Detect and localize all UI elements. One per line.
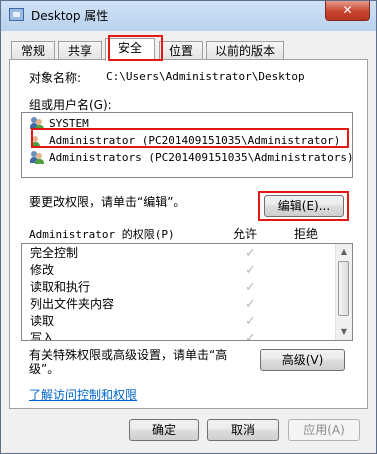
permission-name: 读取 bbox=[30, 314, 55, 328]
list-item-administrators[interactable]: Administrators (PC201409151035\Administr… bbox=[24, 149, 354, 166]
allow-check-icon: ✓ bbox=[245, 331, 256, 341]
scroll-up-icon[interactable]: ▲ bbox=[336, 244, 352, 260]
permission-name: 列出文件夹内容 bbox=[30, 297, 115, 311]
allow-check-icon: ✓ bbox=[245, 246, 256, 261]
list-item-label: Administrators (PC201409151035\Administr… bbox=[49, 151, 354, 164]
tab-previous-versions[interactable]: 以前的版本 bbox=[206, 41, 284, 60]
window-title: Desktop 属性 bbox=[31, 9, 109, 23]
advanced-button[interactable]: 高级(V) bbox=[260, 349, 345, 371]
ok-button[interactable]: 确定 bbox=[129, 419, 199, 441]
permissions-list: 完全控制 ✓ 修改 ✓ 读取和执行 ✓ 列出文件夹内容 ✓ 读取 ✓ 写入 ✓ … bbox=[21, 243, 353, 341]
object-name-label: 对象名称: bbox=[29, 71, 82, 85]
allow-header: 允许 bbox=[233, 227, 258, 241]
scroll-thumb[interactable] bbox=[338, 261, 349, 316]
folder-icon bbox=[9, 8, 24, 21]
allow-check-icon: ✓ bbox=[245, 280, 256, 295]
administrator-row-highlight bbox=[31, 128, 349, 148]
properties-window: Desktop 属性 ✕ 常规 共享 安全 位置 以前的版本 对象名称: C:\… bbox=[0, 0, 377, 454]
groups-label: 组或用户名(G): bbox=[29, 98, 112, 112]
permission-row: 写入 ✓ bbox=[30, 330, 330, 341]
object-name-value: C:\Users\Administrator\Desktop bbox=[106, 70, 305, 83]
tab-location[interactable]: 位置 bbox=[159, 41, 203, 60]
allow-check-icon: ✓ bbox=[245, 314, 256, 329]
apply-button[interactable]: 应用(A) bbox=[288, 419, 360, 441]
users-icon bbox=[30, 151, 44, 164]
permissions-scrollbar[interactable]: ▲ ▼ bbox=[335, 244, 352, 340]
title-bar: Desktop 属性 ✕ bbox=[1, 1, 376, 29]
tab-sharing[interactable]: 共享 bbox=[58, 41, 102, 60]
allow-check-icon: ✓ bbox=[245, 263, 256, 278]
deny-header: 拒绝 bbox=[294, 227, 319, 241]
tab-general[interactable]: 常规 bbox=[11, 41, 55, 60]
permission-row: 修改 ✓ bbox=[30, 262, 330, 279]
permission-row: 读取和执行 ✓ bbox=[30, 279, 330, 296]
allow-check-icon: ✓ bbox=[245, 297, 256, 312]
close-button[interactable]: ✕ bbox=[325, 1, 370, 21]
advanced-hint: 有关特殊权限或高级设置，请单击“高级”。 bbox=[29, 348, 228, 376]
change-permissions-hint: 要更改权限，请单击“编辑”。 bbox=[29, 195, 186, 209]
permission-name: 完全控制 bbox=[30, 246, 79, 260]
learn-access-control-link[interactable]: 了解访问控制和权限 bbox=[29, 386, 137, 403]
permission-row: 完全控制 ✓ bbox=[30, 245, 330, 262]
cancel-button[interactable]: 取消 bbox=[207, 419, 279, 441]
scroll-down-icon[interactable]: ▼ bbox=[336, 324, 352, 340]
permission-name: 写入 bbox=[30, 331, 55, 341]
permission-name: 修改 bbox=[30, 263, 55, 277]
edit-button-highlight bbox=[258, 191, 349, 221]
permission-row: 列出文件夹内容 ✓ bbox=[30, 296, 330, 313]
permission-row: 读取 ✓ bbox=[30, 313, 330, 330]
permissions-title: Administrator 的权限(P) bbox=[29, 228, 175, 241]
security-tab-highlight bbox=[108, 35, 163, 61]
permission-name: 读取和执行 bbox=[30, 280, 91, 294]
